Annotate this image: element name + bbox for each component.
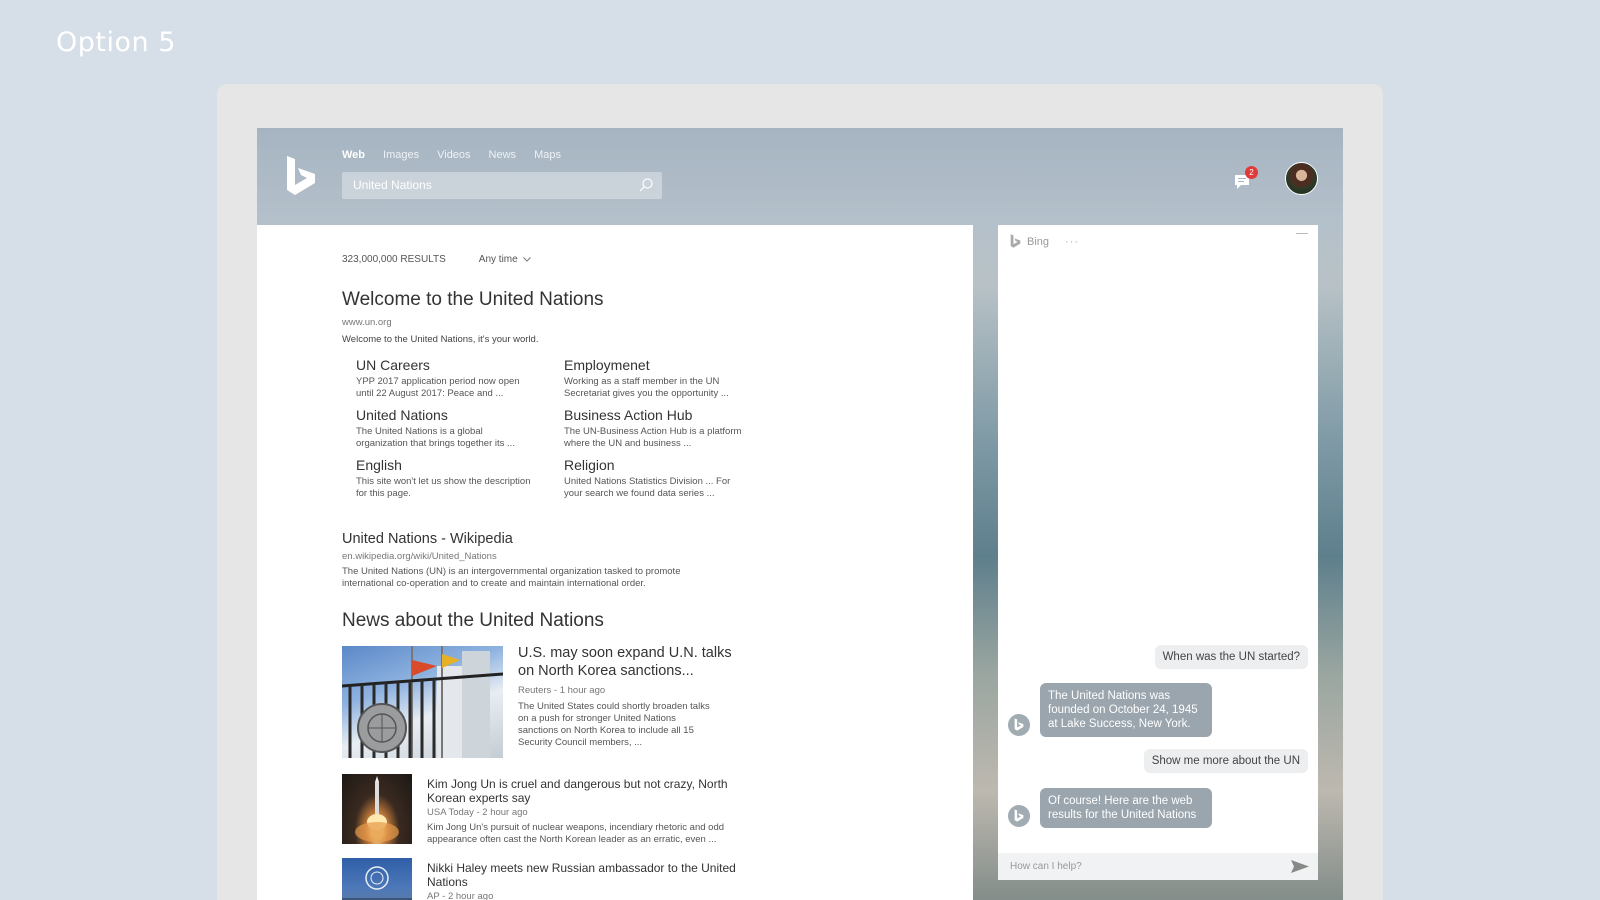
news-source: AP - 2 hour ago [427, 891, 494, 900]
wiki-result-url: en.wikipedia.org/wiki/United_Nations [342, 551, 497, 562]
deep-link: Business Action Hub The UN-Business Acti… [564, 407, 756, 450]
deep-link-desc: Working as a staff member in the UN Secr… [564, 376, 729, 399]
nav-videos[interactable]: Videos [437, 149, 470, 161]
news-image-un-flags[interactable] [342, 646, 503, 758]
user-message: When was the UN started? [1154, 645, 1308, 669]
deep-link-title[interactable]: English [356, 457, 564, 473]
deep-link-desc: United Nations Statistics Division ... F… [564, 476, 731, 499]
nav-web[interactable]: Web [342, 149, 365, 161]
time-filter-label: Any time [478, 254, 518, 265]
search-icon[interactable] [638, 177, 654, 193]
search-input[interactable]: United Nations [353, 178, 432, 192]
deep-link-desc: YPP 2017 application period now open unt… [356, 376, 520, 399]
nav-maps[interactable]: Maps [534, 149, 561, 161]
bot-avatar [1008, 805, 1030, 827]
result-url: www.un.org [342, 317, 392, 328]
time-filter-dropdown[interactable]: Any time [479, 254, 531, 265]
news-title[interactable]: U.S. may soon expand U.N. talks on North… [518, 644, 748, 680]
more-options-icon[interactable]: ··· [1065, 236, 1079, 248]
news-source: USA Today - 2 hour ago [427, 807, 528, 818]
avatar[interactable] [1285, 162, 1318, 195]
deep-link-title[interactable]: United Nations [356, 407, 564, 423]
notification-badge: 2 [1245, 166, 1258, 179]
search-nav: Web Images Videos News Maps [342, 149, 561, 161]
news-description: The United States could shortly broaden … [518, 701, 710, 748]
deep-link: UN Careers YPP 2017 application period n… [356, 357, 564, 400]
deep-links: UN Careers YPP 2017 application period n… [356, 357, 756, 500]
wiki-result-title[interactable]: United Nations - Wikipedia [342, 531, 513, 547]
nav-news[interactable]: News [489, 149, 517, 161]
deep-link-title[interactable]: Employmenet [564, 357, 756, 373]
option-label: Option 5 [56, 27, 176, 58]
bing-logo-icon [1014, 809, 1024, 822]
search-box[interactable]: United Nations [342, 172, 662, 199]
news-image-missile[interactable] [342, 774, 412, 844]
result-title[interactable]: Welcome to the United Nations [342, 289, 604, 311]
chat-panel: Bing ··· When was the UN started? The Un… [998, 225, 1318, 880]
user-message: Show me more about the UN [1143, 749, 1308, 773]
minimize-icon[interactable] [1296, 233, 1308, 234]
nav-images[interactable]: Images [383, 149, 419, 161]
send-icon[interactable] [1290, 859, 1310, 874]
wiki-result-description: The United Nations (UN) is an intergover… [342, 566, 681, 589]
deep-link: United Nations The United Nations is a g… [356, 407, 564, 450]
chat-title: Bing [1027, 235, 1050, 248]
deep-link-title[interactable]: UN Careers [356, 357, 564, 373]
deep-link: English This site won't let us show the … [356, 457, 564, 500]
chevron-down-icon [522, 257, 531, 262]
bot-avatar [1008, 714, 1030, 736]
deep-link-desc: The United Nations is a global organizat… [356, 426, 515, 449]
results-count: 323,000,000 RESULTS [342, 254, 446, 265]
chat-header: Bing ··· [1010, 234, 1079, 249]
news-description: Kim Jong Un's pursuit of nuclear weapons… [427, 822, 725, 845]
result-description: Welcome to the United Nations, it's your… [342, 334, 539, 345]
deep-link-desc: The UN-Business Action Hub is a platform… [564, 426, 742, 449]
bot-message: Of course! Here are the web results for … [1040, 788, 1212, 828]
deep-link: Religion United Nations Statistics Divis… [564, 457, 756, 500]
deep-link: Employmenet Working as a staff member in… [564, 357, 756, 400]
results-meta: 323,000,000 RESULTS Any time [342, 254, 531, 265]
browser-screen: Web Images Videos News Maps United Natio… [257, 128, 1343, 900]
results-panel: 323,000,000 RESULTS Any time Welcome to … [257, 225, 973, 900]
news-heading[interactable]: News about the United Nations [342, 610, 604, 632]
bing-logo-icon [1014, 718, 1024, 731]
news-title[interactable]: Nikki Haley meets new Russian ambassador… [427, 861, 747, 889]
news-title[interactable]: Kim Jong Un is cruel and dangerous but n… [427, 777, 747, 805]
news-source: Reuters - 1 hour ago [518, 685, 606, 696]
chat-input-placeholder: How can I help? [1010, 861, 1082, 872]
deep-link-title[interactable]: Religion [564, 457, 756, 473]
chat-input-field[interactable]: How can I help? [998, 853, 1318, 880]
deep-link-desc: This site won't let us show the descript… [356, 476, 531, 499]
bing-logo-icon[interactable] [285, 156, 317, 198]
bing-logo-icon [1010, 234, 1021, 248]
news-image-un-emblem[interactable] [342, 858, 412, 900]
deep-link-title[interactable]: Business Action Hub [564, 407, 756, 423]
bot-message: The United Nations was founded on Octobe… [1040, 683, 1212, 737]
